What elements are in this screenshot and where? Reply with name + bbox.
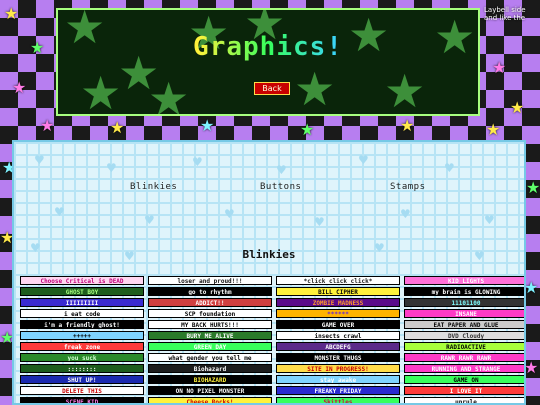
corner-note: Laybell side and like the bbox=[484, 6, 526, 22]
star-icon: ★ bbox=[4, 4, 19, 23]
blinkie-image: freak zone bbox=[20, 342, 144, 351]
blinkie-image: FREAKY FRIDAY bbox=[276, 386, 400, 395]
star-icon: ★ bbox=[30, 38, 45, 57]
star-icon: ★ bbox=[294, 62, 336, 116]
blinkie-image: go to rhythm bbox=[148, 287, 272, 296]
star-icon: ★ bbox=[524, 278, 539, 297]
blinkie-image: ****** bbox=[276, 309, 400, 318]
nav-link-blinkies[interactable]: Blinkies bbox=[130, 182, 177, 192]
blinkie-image: DELETE THIS bbox=[20, 386, 144, 395]
star-icon: ★ bbox=[486, 120, 501, 139]
blinkie-image: ZOMBIE MADNESS bbox=[276, 298, 400, 307]
main-content: ♥ ♥ ♥ ♥ ♥ ♥ ♥ ♥ ♥ ♥ ♥ ♥ ♥ ♥ ♥ ♥ Blinkies… bbox=[12, 140, 526, 405]
blinkie-image: unrule bbox=[404, 397, 524, 403]
blinkie-image: you suck bbox=[20, 353, 144, 362]
blinkie-image: MY BACK HURTS!!! bbox=[148, 320, 272, 329]
blinkie-image: ADDICT!! bbox=[148, 298, 272, 307]
star-icon: ★ bbox=[148, 72, 190, 116]
section-title: Blinkies bbox=[242, 248, 296, 261]
heart-icon: ♥ bbox=[484, 213, 495, 227]
heart-icon: ♥ bbox=[400, 207, 411, 221]
heart-icon: ♥ bbox=[192, 155, 203, 169]
blinkie-image: RADIOACTIVE bbox=[404, 342, 524, 351]
blinkie-image: what gender you tell me bbox=[148, 353, 272, 362]
graphics-banner: ★ ★ ★ ★ ★ ★ ★ ★ ★ ★ Graphics! Back bbox=[56, 8, 480, 116]
blinkie-image: I LOVE IT bbox=[404, 386, 524, 395]
blinkie-image: SITE IN PROGRESS! bbox=[276, 364, 400, 373]
blinkie-image: *click click click* bbox=[276, 276, 400, 285]
blinkie-image: :::::::: bbox=[20, 364, 144, 373]
heart-icon: ♥ bbox=[144, 213, 155, 227]
blinkie-image: INSANE bbox=[404, 309, 524, 318]
heart-icon: ♥ bbox=[54, 205, 65, 219]
blinkie-image: +++++ bbox=[20, 331, 144, 340]
heart-icon: ♥ bbox=[106, 161, 117, 175]
star-icon: ★ bbox=[200, 116, 215, 135]
star-icon: ★ bbox=[12, 78, 27, 97]
blinkie-image: KID LIGHTS bbox=[404, 276, 524, 285]
blinkie-image: GAME ON bbox=[404, 375, 524, 384]
blinkie-image: EAT PAPER AND GLUE bbox=[404, 320, 524, 329]
blinkie-image: MONSTER THUGS bbox=[276, 353, 400, 362]
star-icon: ★ bbox=[524, 358, 539, 377]
star-icon: ★ bbox=[80, 66, 122, 116]
heart-icon: ♥ bbox=[358, 153, 369, 167]
blinkie-image: Biohazard bbox=[148, 364, 272, 373]
heart-icon: ♥ bbox=[444, 161, 455, 175]
blinkie-image: IIIIIIIII bbox=[20, 298, 144, 307]
heart-icon: ♥ bbox=[276, 163, 287, 177]
blinkie-image: Choose Critical is DEAD bbox=[20, 276, 144, 285]
blinkie-image: BURY ME ALIVE bbox=[148, 331, 272, 340]
back-button[interactable]: Back bbox=[254, 82, 290, 95]
heart-icon: ♥ bbox=[34, 153, 45, 167]
blinkie-image: ABCDEFG bbox=[276, 342, 400, 351]
nav-link-buttons[interactable]: Buttons bbox=[260, 182, 301, 192]
star-icon: ★ bbox=[384, 64, 426, 116]
blinkie-image: loser and proud!!! bbox=[148, 276, 272, 285]
blinkie-image: i'm a friendly ghost! bbox=[20, 320, 144, 329]
blinkie-image: Cheese Rocks! bbox=[148, 397, 272, 403]
blinkie-image: BIOHAZARD bbox=[148, 375, 272, 384]
blinkie-image: GREEN DAY bbox=[148, 342, 272, 351]
blinkie-image: RAWR RAWR RAWR bbox=[404, 353, 524, 362]
blinkie-image: i eat code bbox=[20, 309, 144, 318]
blinkie-image: ON NO PIXEL MONSTER bbox=[148, 386, 272, 395]
star-icon: ★ bbox=[492, 58, 507, 77]
blinkie-image: Skittles bbox=[276, 397, 400, 403]
star-icon: ★ bbox=[526, 178, 540, 197]
star-icon: ★ bbox=[40, 116, 55, 135]
blinkie-image: SHUT UP! bbox=[20, 375, 144, 384]
nav-link-stamps[interactable]: Stamps bbox=[390, 182, 426, 192]
blinkie-image: SCENE KID bbox=[20, 397, 144, 403]
blinkie-image: GAME OVER bbox=[276, 320, 400, 329]
star-icon: ★ bbox=[400, 116, 415, 135]
blinkie-gallery: Choose Critical is DEAD loser and proud!!… bbox=[20, 276, 524, 403]
star-icon: ★ bbox=[110, 118, 125, 137]
page-title: Graphics! bbox=[58, 32, 478, 62]
blinkie-image: RUNNING AND STRANGE bbox=[404, 364, 524, 373]
blinkie-image: BILL CIPHER bbox=[276, 287, 400, 296]
blinkie-image: insects crawl bbox=[276, 331, 400, 340]
blinkie-image: stay awake bbox=[276, 375, 400, 384]
blinkie-image: 11101100 bbox=[404, 298, 524, 307]
star-icon: ★ bbox=[300, 120, 315, 139]
blinkie-image: my brain is GLOWING bbox=[404, 287, 524, 296]
heart-icon: ♥ bbox=[224, 207, 235, 221]
blinkie-image: GHOST BOY bbox=[20, 287, 144, 296]
heart-icon: ♥ bbox=[314, 215, 325, 229]
star-icon: ★ bbox=[510, 98, 525, 117]
blinkie-image: DVD Cloudy bbox=[404, 331, 524, 340]
blinkie-image: SCP foundation bbox=[148, 309, 272, 318]
